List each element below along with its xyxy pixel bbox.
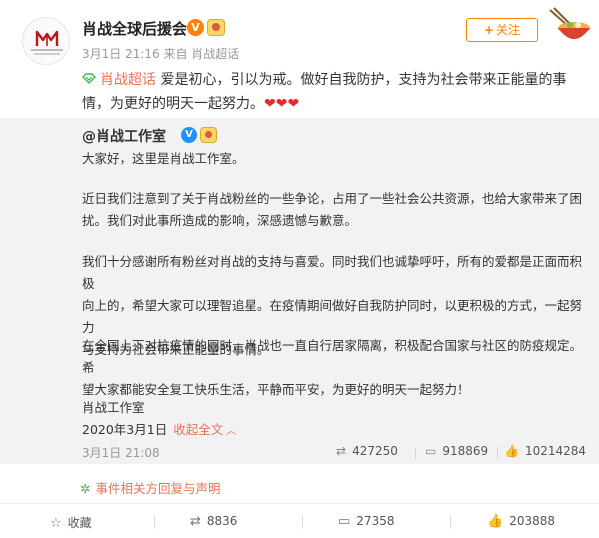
comment-bubble-icon: ▭	[338, 514, 351, 529]
favorite-label: 收藏	[67, 516, 92, 530]
pinwheel-icon: ✲	[80, 481, 91, 496]
avatar[interactable]	[22, 17, 70, 65]
like-action-count: 203888	[509, 514, 555, 528]
comment-count-stat[interactable]: ▭ 918869	[425, 444, 488, 458]
thumbs-up-icon: 👍	[504, 444, 519, 458]
repost-signature: 肖战工作室	[82, 400, 145, 415]
repost-paragraph: 在全国上下对抗疫情的同时，肖战也一直自行居家隔离，积极配合国家与社区的防疫规定。…	[82, 335, 582, 401]
like-count-stat[interactable]: 👍 10214284	[504, 444, 586, 458]
reposted-post[interactable]: @肖战工作室 V 大家好，这里是肖战工作室。 近日我们注意到了关于肖战粉丝的一些…	[0, 118, 599, 464]
star-icon: ☆	[50, 516, 62, 531]
repost-count: 427250	[352, 444, 398, 458]
repost-author[interactable]: @肖战工作室	[82, 126, 166, 146]
follow-button[interactable]: + 关注	[466, 18, 538, 42]
repost-date-line: 2020年3月1日 收起全文 ︿	[82, 419, 236, 438]
member-level-icon	[207, 19, 225, 36]
heart-icons: ❤❤❤	[264, 96, 300, 112]
post-text-line: 爱是初心，引以为戒。做好自我防护，支持为社会带来正能量的事	[160, 72, 567, 88]
diamond-topic-icon	[82, 73, 96, 84]
weibo-post: 肖战全球后援会 V 3月1日 21:16 来自 肖战超话 + 关注 肖战超话 爱是…	[0, 0, 599, 538]
comment-count: 918869	[442, 444, 489, 458]
favorite-button[interactable]: ☆ 收藏	[50, 514, 92, 531]
collapse-link[interactable]: 收起全文	[173, 422, 223, 437]
club-logo-icon	[35, 30, 59, 46]
repost-paragraph: 近日我们注意到了关于肖战粉丝的一些争论，占用了一些社会公共资源，也给大家带来了困…	[82, 188, 582, 232]
repost-text-line: 我们十分感谢所有粉丝对肖战的支持与喜爱。同时我们也诚挚呼吁，所有的爱都是正面而积…	[82, 254, 583, 291]
chevron-up-icon[interactable]: ︿	[226, 426, 236, 437]
repost-text-line: 大家好，这里是肖战工作室。	[82, 151, 245, 166]
action-bar-divider	[0, 503, 599, 504]
event-statement-link[interactable]: ✲ 事件相关方回复与声明	[80, 478, 221, 497]
verified-badge-icon: V	[187, 19, 204, 36]
divider	[415, 447, 416, 459]
post-text-line: 情，为更好的明天一起努力。	[82, 96, 264, 112]
post-content: 肖战超话 爱是初心，引以为戒。做好自我防护，支持为社会带来正能量的事 情，为更好…	[82, 68, 582, 116]
repost-text-line: 望大家都能安全复工快乐生活，平静而平安，为更好的明天一起努力！	[82, 382, 470, 397]
repost-date: 2020年3月1日	[82, 422, 168, 437]
repost-arrows-icon: ⇄	[336, 444, 347, 458]
divider	[154, 515, 155, 529]
repost-count-stat[interactable]: ⇄ 427250	[336, 444, 398, 458]
comment-button[interactable]: ▭ 27358	[338, 514, 394, 529]
comment-bubble-icon: ▭	[425, 444, 437, 458]
plus-icon: +	[483, 23, 495, 37]
comment-action-count: 27358	[356, 514, 395, 528]
thumbs-up-icon: 👍	[487, 514, 504, 529]
event-link-label: 事件相关方回复与声明	[95, 481, 221, 496]
food-bowl-decoration-icon	[549, 7, 590, 39]
member-level-icon	[200, 127, 217, 143]
repost-text-line: 扰。我们对此事所造成的影响，深感遗憾与歉意。	[82, 213, 358, 228]
like-count: 10214284	[524, 444, 587, 458]
logo-caption-line	[34, 53, 60, 55]
topic-link[interactable]: 肖战超话	[82, 72, 156, 88]
repost-action-count: 8836	[206, 514, 238, 528]
repost-time[interactable]: 3月1日 21:08	[82, 444, 160, 461]
logo-caption-line	[31, 49, 63, 51]
repost-text-line: 向上的，希望大家可以理智追星。在疫情期间做好自我防护同时，以更积极的方式，一起努…	[82, 298, 583, 335]
verified-badge-icon: V	[181, 127, 197, 143]
repost-text-line: 在全国上下对抗疫情的同时，肖战也一直自行居家隔离，积极配合国家与社区的防疫规定。…	[82, 338, 583, 375]
topic-label: 肖战超话	[100, 72, 156, 88]
repost-text-line: 近日我们注意到了关于肖战粉丝的一些争论，占用了一些社会公共资源，也给大家带来了困	[82, 191, 583, 206]
divider	[450, 515, 451, 529]
post-meta: 3月1日 21:16 来自 肖战超话	[82, 47, 240, 61]
divider	[302, 515, 303, 529]
post-username[interactable]: 肖战全球后援会	[82, 18, 187, 39]
follow-label: 关注	[496, 23, 521, 37]
repost-paragraph: 大家好，这里是肖战工作室。	[82, 148, 582, 170]
divider	[497, 447, 498, 459]
repost-button[interactable]: ⇄ 8836	[190, 514, 237, 529]
like-button[interactable]: 👍 203888	[487, 514, 555, 529]
repost-arrows-icon: ⇄	[190, 514, 201, 529]
